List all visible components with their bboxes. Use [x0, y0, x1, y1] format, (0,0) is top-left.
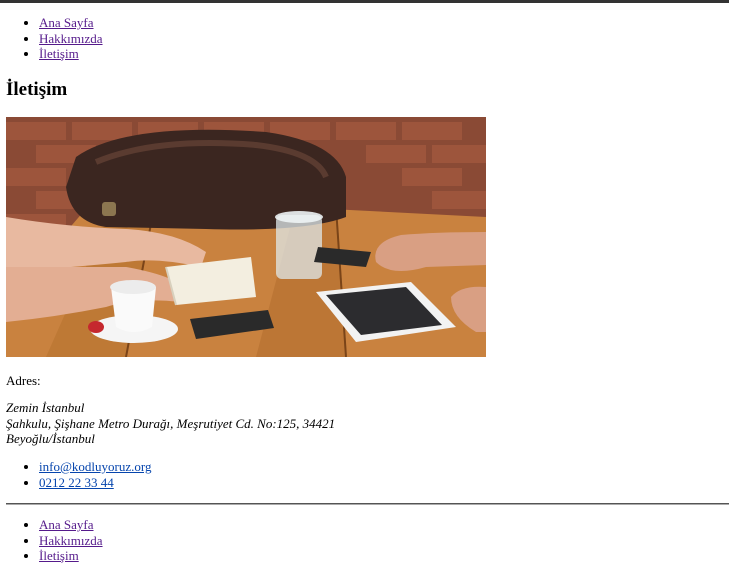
nav-item-about: Hakkımızda	[39, 31, 103, 47]
footer-nav-link-home[interactable]: Ana Sayfa	[39, 517, 94, 532]
nav-item-contact: İletişim	[39, 46, 103, 62]
top-divider	[0, 0, 729, 3]
footer-nav-item-about: Hakkımızda	[39, 533, 103, 549]
nav-link-home[interactable]: Ana Sayfa	[39, 15, 94, 30]
nav-item-home: Ana Sayfa	[39, 15, 103, 31]
address-label: Adres:	[6, 373, 41, 388]
address-line-2: Şahkulu, Şişhane Metro Durağı, Meşrutiye…	[6, 415, 336, 431]
footer-nav-item-home: Ana Sayfa	[39, 517, 103, 533]
footer-nav-list: Ana Sayfa Hakkımızda İletişim	[0, 517, 103, 564]
footer-nav-item-contact: İletişim	[39, 548, 103, 564]
contact-item-email: info@kodluyoruz.org	[39, 459, 151, 475]
page-title: İletişim	[6, 79, 68, 100]
email-link[interactable]: info@kodluyoruz.org	[39, 459, 151, 474]
footer-divider	[6, 503, 729, 505]
contact-list: info@kodluyoruz.org 0212 22 33 44	[0, 459, 151, 490]
header-nav-list: Ana Sayfa Hakkımızda İletişim	[0, 15, 103, 62]
address-line-1: Zemin İstanbul	[6, 400, 85, 415]
footer-nav-link-about[interactable]: Hakkımızda	[39, 533, 103, 548]
header-nav: Ana Sayfa Hakkımızda İletişim	[0, 15, 103, 62]
hero-image	[6, 117, 486, 357]
meeting-table-photo	[6, 117, 486, 357]
phone-link[interactable]: 0212 22 33 44	[39, 475, 114, 490]
nav-link-about[interactable]: Hakkımızda	[39, 31, 103, 46]
nav-link-contact[interactable]: İletişim	[39, 46, 79, 61]
footer-nav-link-contact[interactable]: İletişim	[39, 548, 79, 563]
footer-nav: Ana Sayfa Hakkımızda İletişim	[0, 517, 103, 564]
address-line-3: Beyoğlu/İstanbul	[6, 431, 95, 446]
contact-item-phone: 0212 22 33 44	[39, 475, 151, 491]
address-block: Zemin İstanbul Şahkulu, Şişhane Metro Du…	[6, 400, 335, 447]
